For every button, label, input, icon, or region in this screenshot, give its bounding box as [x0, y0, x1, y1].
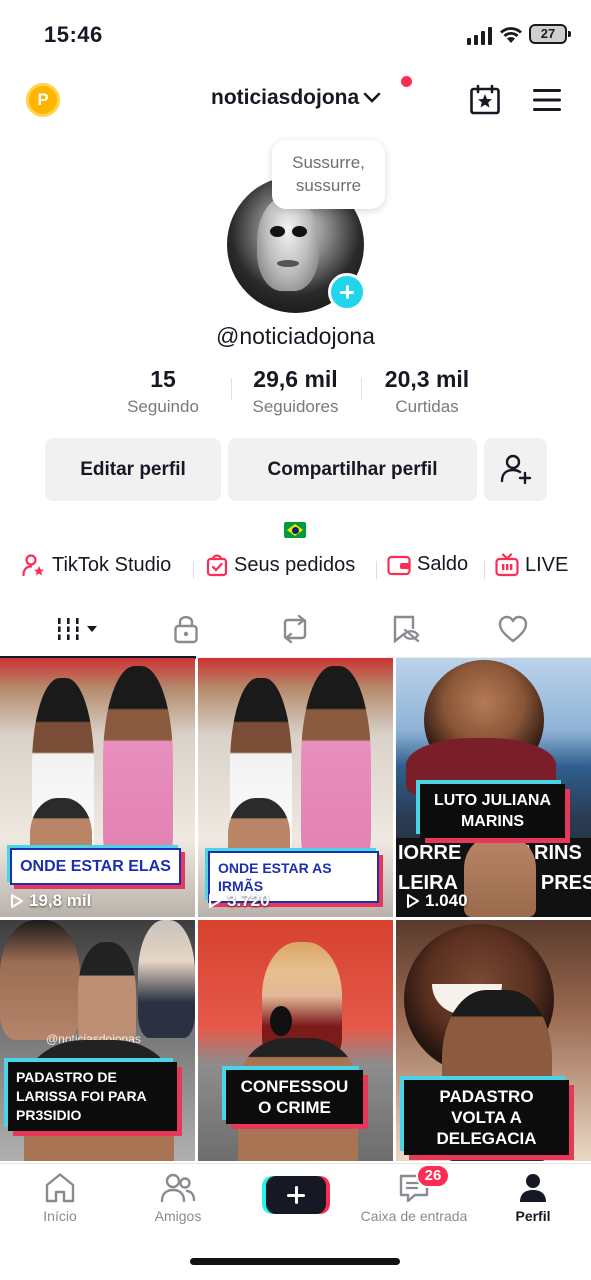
video-tile[interactable]: ONDE ESTAR ELAS 19,8 mil [0, 658, 195, 917]
friends-icon [160, 1173, 196, 1203]
battery-icon: 27 [529, 24, 571, 44]
stat-followers[interactable]: 29,6 mil Seguidores [240, 364, 351, 420]
status-bar: 15:46 27 [0, 0, 591, 70]
video-tile[interactable]: @noticiasdojonas PADASTRO DE LARISSA FOI… [0, 920, 195, 1161]
profile-handle: @noticiadojona [216, 323, 375, 349]
profile-icon [520, 1174, 546, 1202]
view-count: 1.040 [406, 891, 468, 911]
profile-tabs [0, 604, 591, 659]
create-button[interactable] [266, 1176, 326, 1214]
profile-stats: 15 Seguindo 29,6 mil Seguidores 20,3 mil… [0, 364, 591, 424]
video-caption: PADASTRO VOLTA A DELEGACIA [404, 1080, 569, 1155]
video-tile[interactable]: PADASTRO VOLTA A DELEGACIA [396, 920, 591, 1161]
play-icon [11, 894, 23, 908]
stat-following[interactable]: 15 Seguindo [113, 364, 213, 420]
view-count-text: 19,8 mil [29, 891, 92, 910]
video-tile[interactable]: CONFESSOU O CRIME [198, 920, 393, 1161]
play-icon [209, 894, 221, 908]
play-icon [407, 894, 419, 908]
repost-icon [283, 615, 307, 643]
home-icon [45, 1173, 75, 1203]
add-story-button[interactable] [328, 273, 366, 311]
notification-dot [401, 76, 412, 87]
tab-videos[interactable] [56, 612, 102, 646]
account-switcher[interactable]: noticiasdojona [211, 86, 381, 110]
cellular-signal-icon [467, 27, 492, 45]
stat-value: 29,6 mil [253, 366, 338, 392]
chevron-down-icon [363, 92, 381, 103]
link-label: Seus pedidos [234, 553, 356, 576]
status-time: 15:46 [44, 22, 103, 47]
nav-home[interactable]: Início [0, 1172, 120, 1224]
video-tile[interactable]: ONDE ESTAR AS IRMÃS 3.720 [198, 658, 393, 917]
tab-private[interactable] [166, 612, 206, 646]
avatar-figure [257, 196, 319, 291]
view-count-text: 1.040 [425, 891, 468, 910]
tab-liked[interactable] [493, 612, 533, 646]
link-label: LIVE [525, 553, 569, 576]
view-count: 3.720 [208, 891, 270, 911]
nav-label: Início [43, 1208, 77, 1224]
stat-value: 15 [150, 366, 176, 392]
edit-profile-button[interactable]: Editar perfil [45, 438, 221, 501]
wifi-icon [500, 27, 522, 43]
grid-icon [56, 618, 97, 640]
video-caption: PADASTRO DE LARISSA FOI PARA PR3SIDIO [8, 1062, 177, 1131]
add-friend-button[interactable] [484, 438, 547, 501]
share-profile-button[interactable]: Compartilhar perfil [228, 438, 477, 501]
shopping-bag-icon [206, 554, 228, 577]
tiktok-studio-link[interactable]: TikTok Studio [22, 553, 171, 577]
home-indicator [190, 1258, 400, 1265]
orders-link[interactable]: Seus pedidos [206, 553, 355, 577]
brazil-flag-icon [284, 522, 306, 538]
stat-label: Seguindo [127, 397, 199, 416]
lock-icon [174, 615, 198, 644]
stat-label: Curtidas [395, 397, 459, 416]
profile-note-bubble[interactable]: Sussurre, sussurre [272, 140, 385, 209]
tab-favorites[interactable] [386, 612, 426, 646]
balance-link[interactable]: Saldo [387, 553, 468, 576]
stat-label: Seguidores [252, 397, 339, 416]
person-star-icon [22, 554, 44, 577]
nav-label: Amigos [154, 1208, 202, 1224]
background-text: IORRE [398, 842, 462, 864]
nav-label: Perfil [515, 1208, 551, 1224]
nav-friends[interactable]: Amigos [118, 1172, 238, 1224]
add-person-icon [500, 454, 531, 485]
nav-inbox[interactable]: Caixa de entrada [350, 1172, 478, 1224]
wallet-icon [387, 555, 411, 575]
calendar-star-icon[interactable] [469, 84, 501, 116]
view-count: 19,8 mil [10, 891, 91, 911]
view-count-text: 3.720 [227, 891, 270, 910]
video-caption: CONFESSOU O CRIME [226, 1070, 363, 1124]
profile-header: P noticiasdojona [0, 70, 591, 130]
menu-icon[interactable] [532, 87, 562, 113]
coins-icon[interactable]: P [26, 83, 60, 117]
live-link[interactable]: LIVE [495, 553, 568, 577]
video-tile[interactable]: IORRE MARINS LEIRA AVA PRES LUTO JULIANA… [396, 658, 591, 917]
header-username: noticiasdojona [211, 86, 360, 109]
video-caption: ONDE ESTAR ELAS [10, 848, 181, 885]
nav-profile[interactable]: Perfil [473, 1172, 591, 1224]
stat-likes[interactable]: 20,3 mil Curtidas [370, 364, 484, 420]
nav-label: Caixa de entrada [360, 1208, 468, 1224]
tab-reposts[interactable] [275, 612, 315, 646]
inbox-badge: 26 [416, 1164, 450, 1188]
video-caption: LUTO JULIANA MARINS [420, 784, 565, 838]
live-tv-icon [495, 553, 519, 577]
battery-level: 27 [531, 26, 565, 42]
heart-icon [498, 615, 528, 643]
link-label: TikTok Studio [52, 553, 172, 576]
stat-value: 20,3 mil [384, 366, 470, 392]
quick-links: TikTok Studio Seus pedidos Saldo LIVE [0, 553, 591, 585]
bookmark-hidden-icon [393, 615, 420, 644]
link-label: Saldo [417, 553, 469, 575]
